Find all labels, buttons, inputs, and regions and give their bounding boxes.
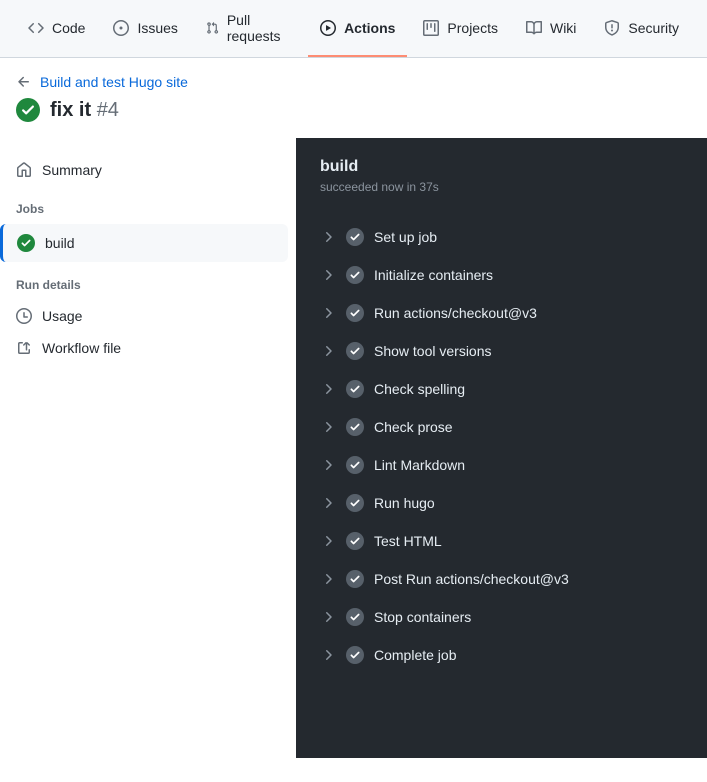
chevron-right-icon xyxy=(320,381,336,397)
step-name: Run actions/checkout@v3 xyxy=(374,305,537,321)
step-row[interactable]: Stop containers xyxy=(320,598,683,636)
job-log-panel: build succeeded now in 37s Set up job Ini… xyxy=(296,138,707,758)
tab-pull-requests[interactable]: Pull requests xyxy=(194,0,304,57)
check-circle-icon xyxy=(346,418,364,436)
arrow-left-icon xyxy=(16,74,32,90)
step-name: Check prose xyxy=(374,419,453,435)
sidebar: Summary Jobs build Run details Usage Wor… xyxy=(0,138,296,758)
check-circle-icon xyxy=(346,304,364,322)
step-row[interactable]: Lint Markdown xyxy=(320,446,683,484)
check-circle-icon xyxy=(346,532,364,550)
step-row[interactable]: Initialize containers xyxy=(320,256,683,294)
code-icon xyxy=(28,20,44,36)
steps-list: Set up job Initialize containers Run actio… xyxy=(320,218,683,674)
project-icon xyxy=(423,20,439,36)
sidebar-item-usage[interactable]: Usage xyxy=(0,300,296,332)
step-name: Complete job xyxy=(374,647,457,663)
breadcrumb[interactable]: Build and test Hugo site xyxy=(16,74,691,90)
chevron-right-icon xyxy=(320,571,336,587)
step-row[interactable]: Check prose xyxy=(320,408,683,446)
sidebar-item-workflow-file[interactable]: Workflow file xyxy=(0,332,296,364)
run-number: #4 xyxy=(97,99,119,121)
tab-label: Wiki xyxy=(550,20,576,36)
chevron-right-icon xyxy=(320,305,336,321)
step-row[interactable]: Complete job xyxy=(320,636,683,674)
sidebar-heading-details: Run details xyxy=(0,262,296,300)
chevron-right-icon xyxy=(320,647,336,663)
sidebar-item-summary[interactable]: Summary xyxy=(0,154,296,186)
tab-label: Projects xyxy=(447,20,498,36)
chevron-right-icon xyxy=(320,457,336,473)
step-row[interactable]: Test HTML xyxy=(320,522,683,560)
file-icon xyxy=(16,340,32,356)
tab-label: Pull requests xyxy=(227,12,292,44)
chevron-right-icon xyxy=(320,419,336,435)
step-name: Show tool versions xyxy=(374,343,492,359)
step-name: Run hugo xyxy=(374,495,435,511)
step-row[interactable]: Run actions/checkout@v3 xyxy=(320,294,683,332)
step-name: Set up job xyxy=(374,229,437,245)
play-icon xyxy=(320,20,336,36)
sidebar-item-label: build xyxy=(45,235,75,251)
step-name: Test HTML xyxy=(374,533,442,549)
tab-code[interactable]: Code xyxy=(16,0,97,57)
tab-label: Actions xyxy=(344,20,395,36)
pull-request-icon xyxy=(206,20,219,36)
chevron-right-icon xyxy=(320,267,336,283)
tab-label: Code xyxy=(52,20,85,36)
tab-wiki[interactable]: Wiki xyxy=(514,0,588,57)
tab-issues[interactable]: Issues xyxy=(101,0,189,57)
shield-icon xyxy=(604,20,620,36)
step-name: Initialize containers xyxy=(374,267,493,283)
tab-actions[interactable]: Actions xyxy=(308,0,407,57)
step-row[interactable]: Show tool versions xyxy=(320,332,683,370)
chevron-right-icon xyxy=(320,609,336,625)
check-circle-icon xyxy=(346,494,364,512)
sidebar-item-label: Workflow file xyxy=(42,340,121,356)
job-status: succeeded now in 37s xyxy=(320,180,683,194)
check-circle-icon xyxy=(346,456,364,474)
home-icon xyxy=(16,162,32,178)
tab-security[interactable]: Security xyxy=(592,0,691,57)
tab-label: Security xyxy=(628,20,679,36)
issue-icon xyxy=(113,20,129,36)
job-name: build xyxy=(320,158,683,176)
workflow-link: Build and test Hugo site xyxy=(40,74,188,90)
step-name: Stop containers xyxy=(374,609,471,625)
check-circle-icon xyxy=(16,98,40,122)
step-name: Lint Markdown xyxy=(374,457,465,473)
check-circle-icon xyxy=(17,234,35,252)
step-row[interactable]: Set up job xyxy=(320,218,683,256)
chevron-right-icon xyxy=(320,495,336,511)
step-name: Post Run actions/checkout@v3 xyxy=(374,571,569,587)
sidebar-item-label: Usage xyxy=(42,308,82,324)
repo-tabs: Code Issues Pull requests Actions Projec… xyxy=(0,0,707,58)
step-row[interactable]: Check spelling xyxy=(320,370,683,408)
run-title: fix it #4 xyxy=(50,99,119,122)
check-circle-icon xyxy=(346,380,364,398)
content: Summary Jobs build Run details Usage Wor… xyxy=(0,138,707,758)
check-circle-icon xyxy=(346,570,364,588)
chevron-right-icon xyxy=(320,229,336,245)
tab-label: Issues xyxy=(137,20,177,36)
book-icon xyxy=(526,20,542,36)
meter-icon xyxy=(16,308,32,324)
step-name: Check spelling xyxy=(374,381,465,397)
check-circle-icon xyxy=(346,342,364,360)
run-title-row: fix it #4 xyxy=(16,98,691,122)
run-header: Build and test Hugo site fix it #4 xyxy=(0,58,707,138)
check-circle-icon xyxy=(346,608,364,626)
chevron-right-icon xyxy=(320,343,336,359)
step-row[interactable]: Run hugo xyxy=(320,484,683,522)
run-title-text: fix it xyxy=(50,99,91,121)
sidebar-heading-jobs: Jobs xyxy=(0,186,296,224)
tab-projects[interactable]: Projects xyxy=(411,0,510,57)
check-circle-icon xyxy=(346,646,364,664)
chevron-right-icon xyxy=(320,533,336,549)
sidebar-item-label: Summary xyxy=(42,162,102,178)
step-row[interactable]: Post Run actions/checkout@v3 xyxy=(320,560,683,598)
sidebar-item-job-build[interactable]: build xyxy=(0,224,288,262)
check-circle-icon xyxy=(346,266,364,284)
check-circle-icon xyxy=(346,228,364,246)
